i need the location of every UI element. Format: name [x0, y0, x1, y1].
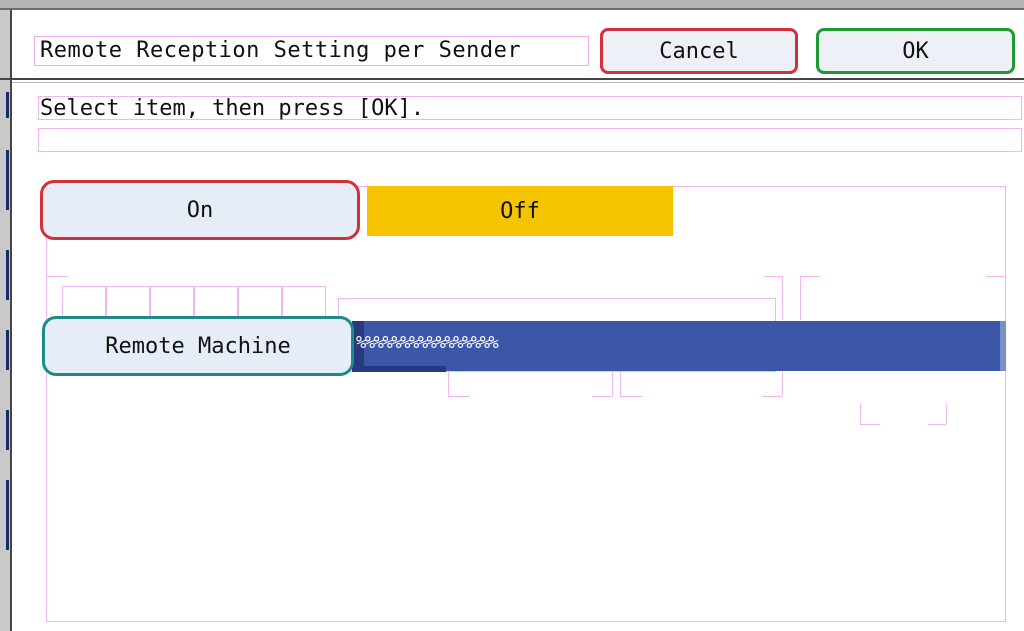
layout-guide [448, 396, 470, 397]
layout-guide [800, 276, 820, 277]
off-button[interactable]: Off [367, 186, 673, 236]
on-button[interactable]: On [40, 180, 360, 240]
layout-guide [928, 424, 946, 425]
cancel-button[interactable]: Cancel [600, 28, 798, 74]
layout-guide [782, 370, 783, 396]
layout-guide [620, 396, 642, 397]
layout-guide [592, 396, 612, 397]
content-panel [46, 186, 1006, 622]
header-divider [0, 78, 1024, 80]
remote-machine-value: %%%%%%%%%%%%%%%% [356, 333, 499, 353]
window-top-frame [0, 0, 1024, 10]
layout-guide [46, 276, 68, 277]
layout-guide [782, 276, 783, 320]
frame-marker [6, 92, 9, 118]
layout-guide [946, 404, 947, 424]
message-frame-secondary [38, 128, 1022, 152]
remote-machine-field-edge [352, 366, 446, 372]
layout-guide [800, 276, 801, 320]
ok-button[interactable]: OK [816, 28, 1015, 74]
page-title: Remote Reception Setting per Sender [40, 38, 522, 63]
layout-guide [612, 370, 613, 396]
header-divider-secondary [12, 82, 1024, 83]
layout-guide [860, 424, 880, 425]
frame-marker [6, 410, 9, 450]
remote-machine-button[interactable]: Remote Machine [42, 316, 354, 376]
frame-marker [6, 480, 9, 550]
layout-guide [860, 404, 861, 424]
frame-marker [6, 250, 9, 300]
layout-guide [764, 276, 782, 277]
layout-guide [762, 396, 782, 397]
instruction-message: Select item, then press [OK]. [40, 96, 425, 121]
layout-guide [620, 370, 621, 396]
frame-marker [6, 150, 9, 210]
frame-marker [6, 330, 9, 370]
layout-guide [986, 276, 1006, 277]
layout-guide [448, 370, 449, 396]
